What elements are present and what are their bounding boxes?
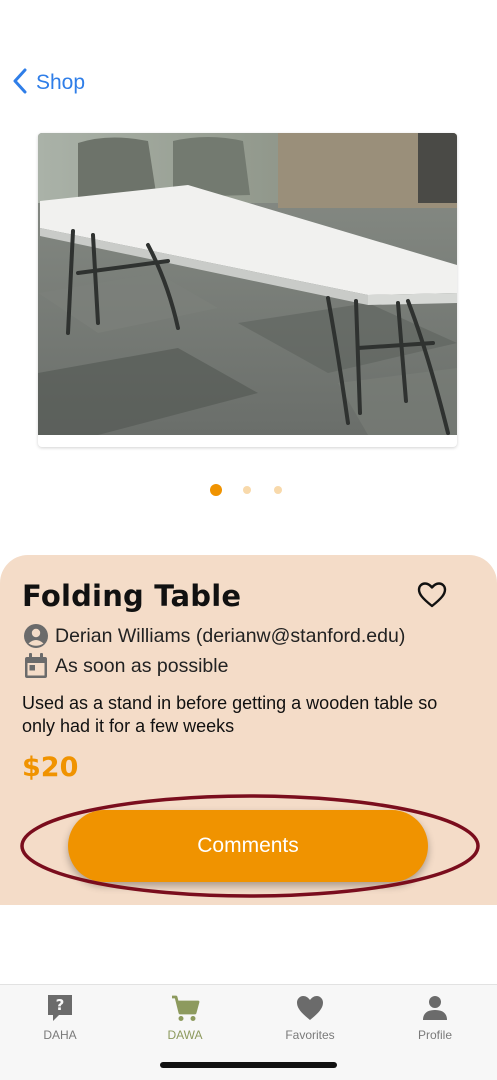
- calendar-icon: [25, 653, 47, 678]
- carousel-dots: [0, 483, 497, 497]
- back-button[interactable]: Shop: [12, 68, 85, 98]
- account-circle-icon: [24, 624, 48, 648]
- seller-row: Derian Williams (derianw@stanford.edu): [23, 623, 405, 649]
- home-indicator[interactable]: [160, 1062, 337, 1068]
- tab-dawa[interactable]: DAWA: [135, 993, 235, 1042]
- heart-outline-icon: [417, 582, 447, 608]
- chevron-left-icon: [12, 68, 28, 99]
- carousel-dot-3[interactable]: [274, 486, 282, 494]
- comments-button[interactable]: Comments: [68, 810, 428, 882]
- availability-row: As soon as possible: [23, 652, 228, 680]
- availability-text: As soon as possible: [55, 654, 229, 677]
- product-title: Folding Table: [22, 579, 242, 613]
- favorite-button[interactable]: [417, 581, 447, 609]
- tab-profile-label: Profile: [417, 1028, 452, 1042]
- person-icon: [385, 993, 485, 1023]
- svg-text:?: ?: [56, 996, 65, 1014]
- carousel-dot-1[interactable]: [210, 484, 222, 496]
- cart-icon: [135, 993, 235, 1023]
- carousel-dot-2[interactable]: [243, 486, 251, 494]
- tab-daha[interactable]: ? DAHA: [10, 993, 110, 1042]
- product-image-card[interactable]: [38, 133, 457, 447]
- seller-name: Derian Williams (derianw@stanford.edu): [55, 624, 406, 647]
- question-bubble-icon: ?: [10, 993, 110, 1023]
- tab-daha-label: DAHA: [43, 1028, 77, 1042]
- tab-favorites-label: Favorites: [285, 1028, 335, 1042]
- tab-favorites[interactable]: Favorites: [260, 993, 360, 1042]
- product-price: $20: [22, 752, 79, 783]
- folding-table-photo: [38, 133, 457, 435]
- product-description: Used as a stand in before getting a wood…: [22, 693, 438, 736]
- tab-dawa-label: DAWA: [167, 1028, 203, 1042]
- heart-icon: [260, 993, 360, 1023]
- tab-profile[interactable]: Profile: [385, 993, 485, 1042]
- back-button-label: Shop: [36, 71, 86, 94]
